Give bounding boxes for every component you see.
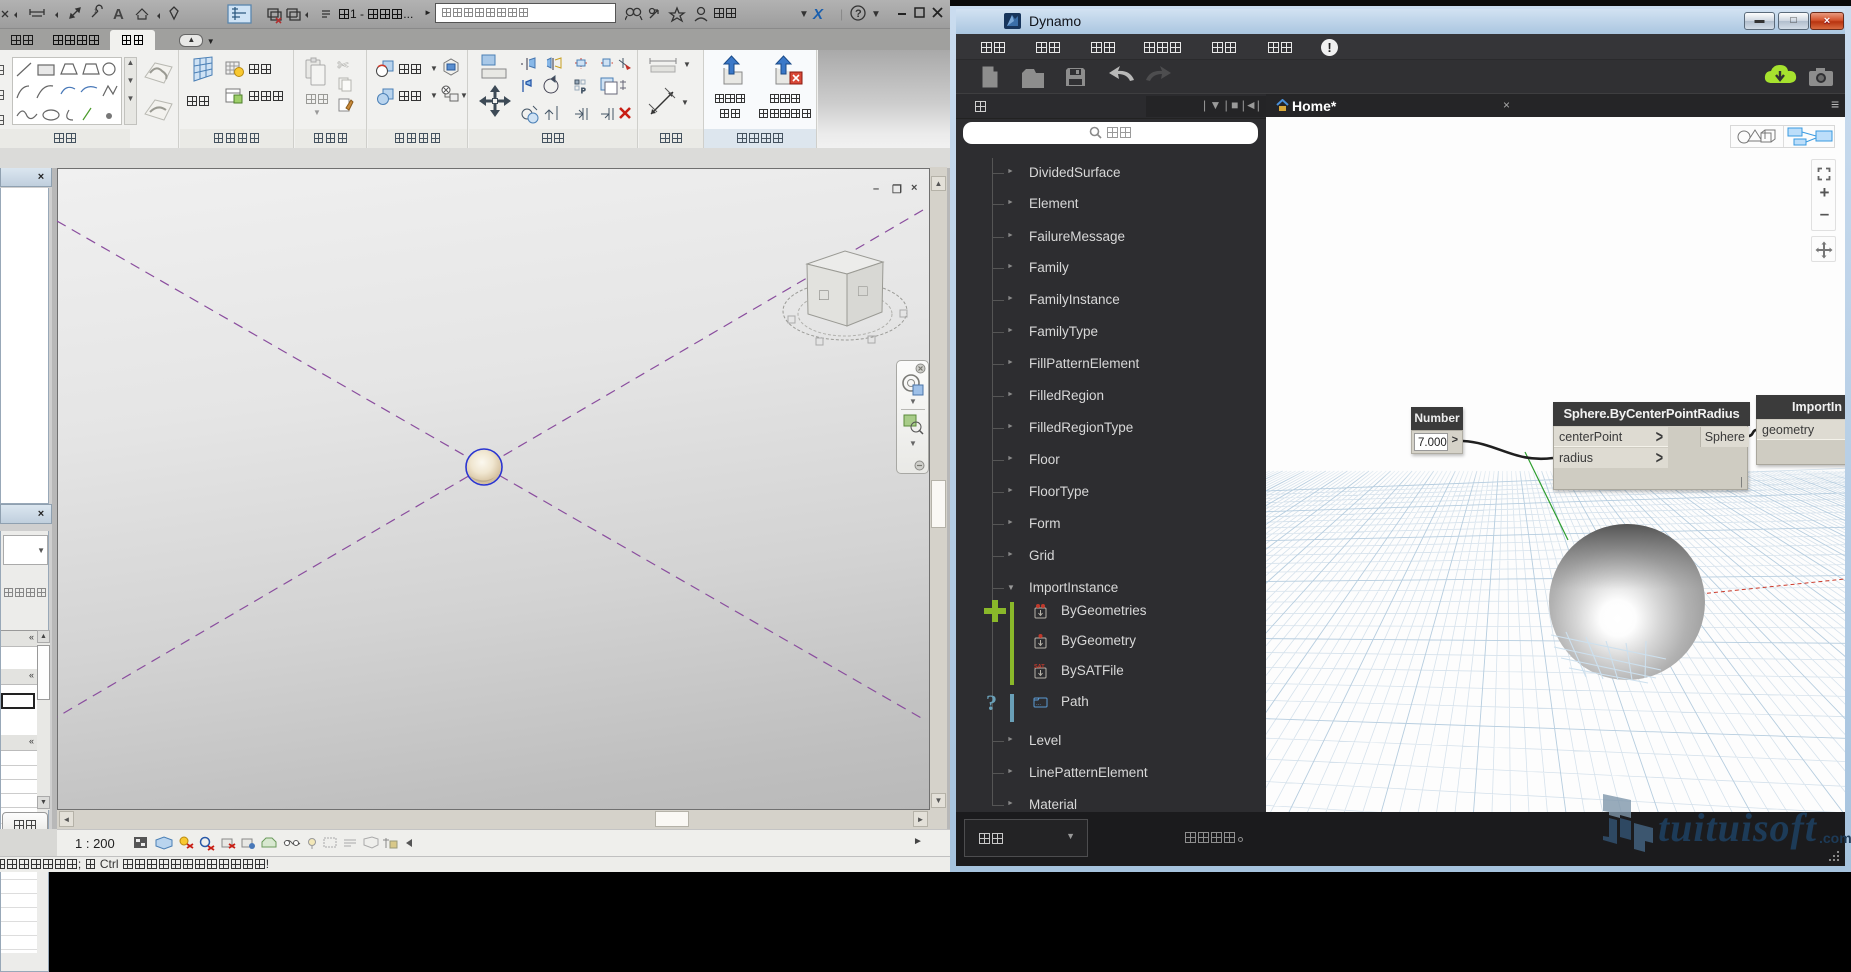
svg-text:...: ... (1036, 701, 1041, 707)
svg-text:tuituisoft: tuituisoft (1658, 805, 1818, 850)
svg-text:▼: ▼ (799, 9, 809, 20)
svg-text:▼: ▼ (871, 9, 881, 20)
svg-text:P: P (581, 88, 586, 95)
svg-text:|: | (840, 7, 843, 21)
svg-text:.com: .com (1819, 830, 1851, 846)
svg-text:□: □ (819, 287, 829, 304)
svg-text:A: A (113, 6, 124, 23)
svg-text:X: X (812, 6, 824, 23)
svg-text:?: ? (855, 8, 862, 20)
svg-text:SAT: SAT (1034, 664, 1045, 670)
svg-text:□: □ (858, 283, 868, 300)
